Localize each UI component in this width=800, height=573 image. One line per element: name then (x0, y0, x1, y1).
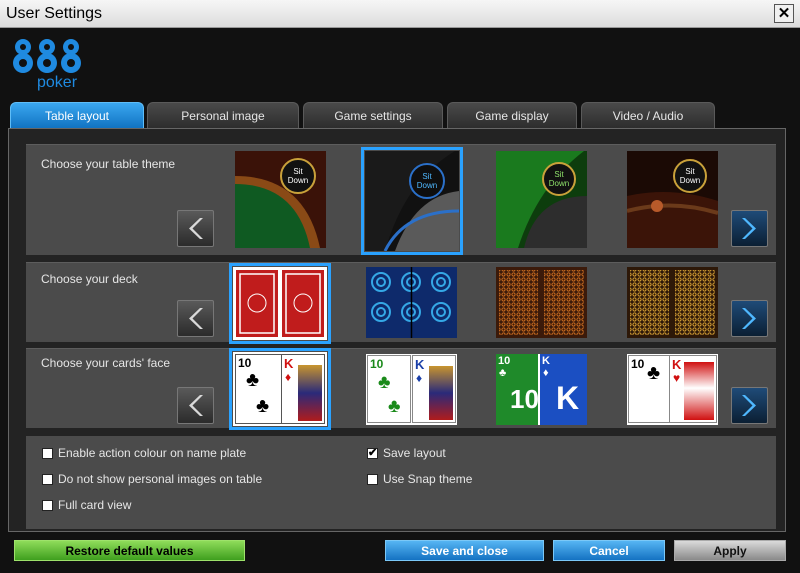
theme-option-selected[interactable]: Sit Down (361, 147, 463, 255)
deck-option[interactable] (627, 267, 718, 338)
sit-label: Sit (293, 167, 303, 176)
checkmark-icon: ✔ (368, 446, 378, 459)
svg-text:Down: Down (417, 181, 437, 190)
theme-preview: SitDown (365, 151, 459, 251)
tab-game-settings[interactable]: Game settings (303, 102, 443, 128)
no-personal-images-option[interactable]: Do not show personal images on table (42, 472, 262, 486)
right-card: K ♦ (281, 354, 325, 424)
theme-preview: SitDown (627, 151, 718, 248)
no-personal-images-checkbox[interactable] (42, 473, 53, 485)
chevron-left-icon (189, 218, 203, 239)
tab-video-audio[interactable]: Video / Audio (581, 102, 715, 128)
tab-personal-image[interactable]: Personal image (147, 102, 299, 128)
save-and-close-button[interactable]: Save and close (385, 540, 544, 561)
deck-next-button[interactable] (731, 300, 768, 337)
faces-next-button[interactable] (731, 387, 768, 424)
deck-option[interactable] (366, 267, 457, 338)
save-layout-checkbox[interactable]: ✔ (367, 446, 378, 459)
save-layout-option[interactable]: ✔ Save layout (367, 446, 446, 460)
enable-action-colour-option[interactable]: Enable action colour on name plate (42, 446, 246, 460)
theme-preview: SitDown (235, 151, 326, 248)
card-face-option[interactable]: 10 ♣ ♣ K ♦ (366, 354, 457, 425)
theme-option[interactable]: Sit Down (235, 151, 326, 248)
theme-option[interactable]: Sit Down (496, 151, 587, 248)
tab-game-display[interactable]: Game display (447, 102, 577, 128)
card-face-option-selected[interactable]: 10 ♣ ♣ K ♦ (229, 348, 331, 430)
chevron-right-icon (742, 308, 756, 329)
deck-row: Choose your deck (26, 262, 776, 344)
deck-prev-button[interactable] (177, 300, 214, 337)
restore-defaults-button[interactable]: Restore default values (14, 540, 245, 561)
card-face-option[interactable]: 10 ♣ K ♥ (627, 354, 718, 425)
faces-prev-button[interactable] (177, 387, 214, 424)
svg-text:Sit: Sit (685, 167, 695, 176)
deck-option-selected[interactable] (229, 263, 331, 344)
card-face-option[interactable]: 10 ♣ 10 K ♦ K (496, 354, 587, 425)
chevron-left-icon (189, 395, 203, 416)
table-theme-row: Choose your table theme Sit Down Sit Down … (26, 144, 776, 255)
svg-text:Down: Down (680, 176, 700, 185)
chevron-right-icon (742, 395, 756, 416)
cards-face-row: Choose your cards' face 10 ♣ ♣ K ♦ 10 ♣ … (26, 348, 776, 430)
chevron-right-icon (742, 218, 756, 239)
svg-text:Sit: Sit (554, 170, 564, 179)
close-icon: ✕ (777, 5, 791, 22)
cancel-button[interactable]: Cancel (553, 540, 665, 561)
down-label: Down (288, 176, 308, 185)
table-theme-label: Choose your table theme (41, 157, 176, 171)
svg-text:Sit: Sit (422, 172, 432, 181)
full-card-view-option[interactable]: Full card view (42, 498, 131, 512)
logo-word: poker (37, 74, 78, 91)
enable-action-colour-checkbox[interactable] (42, 447, 53, 459)
theme-preview: SitDown (496, 151, 587, 248)
tab-table-layout[interactable]: Table layout (10, 102, 144, 128)
theme-prev-button[interactable] (177, 210, 214, 247)
use-snap-theme-checkbox[interactable] (367, 473, 378, 485)
deck-preview (496, 267, 587, 338)
full-card-view-checkbox[interactable] (42, 499, 53, 511)
window-titlebar: User Settings ✕ (0, 0, 800, 28)
deck-preview (233, 267, 327, 340)
deck-preview (366, 267, 457, 338)
king-figure (429, 366, 453, 420)
king-figure (684, 362, 714, 420)
cards-face-label: Choose your cards' face (41, 356, 171, 370)
close-button[interactable]: ✕ (774, 4, 794, 23)
use-snap-theme-option[interactable]: Use Snap theme (367, 472, 472, 486)
theme-next-button[interactable] (731, 210, 768, 247)
theme-option[interactable]: Sit Down (627, 151, 718, 248)
left-card: 10 ♣ ♣ (235, 354, 283, 424)
window-title: User Settings (6, 5, 103, 22)
deck-preview (627, 267, 718, 338)
deck-option[interactable] (496, 267, 587, 338)
settings-tabs: Table layout Personal image Game setting… (8, 102, 792, 128)
chevron-left-icon (189, 308, 203, 329)
svg-text:Down: Down (549, 179, 569, 188)
deck-label: Choose your deck (41, 272, 138, 286)
king-figure (298, 365, 322, 421)
apply-button[interactable]: Apply (674, 540, 786, 561)
888poker-logo: poker (11, 34, 85, 92)
